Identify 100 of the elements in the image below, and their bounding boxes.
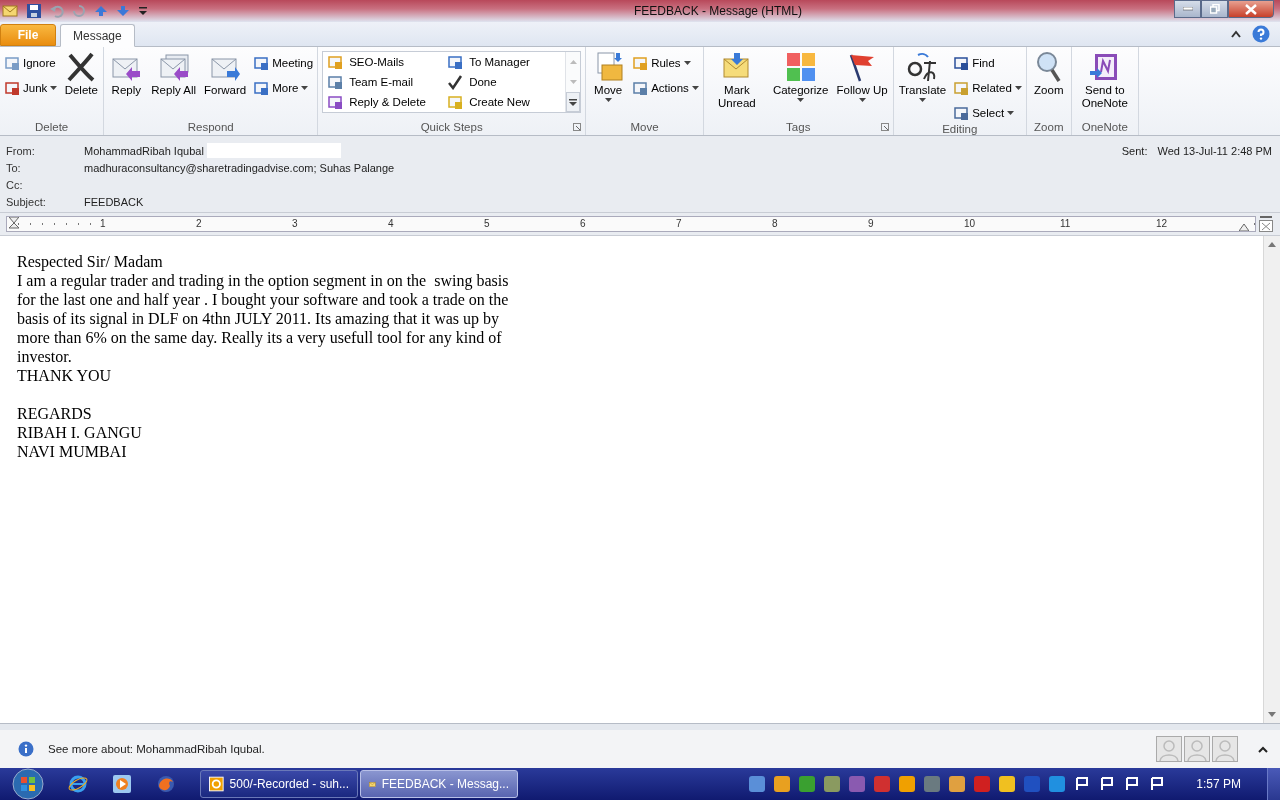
body-text: NAVI MUMBAI bbox=[17, 442, 128, 461]
ribbon-button[interactable]: Follow Up bbox=[833, 51, 891, 102]
tray-icon[interactable] bbox=[948, 775, 967, 793]
scrollbar[interactable] bbox=[1263, 236, 1280, 723]
ribbon-button[interactable]: Translate bbox=[895, 51, 950, 102]
field-label: To: bbox=[6, 161, 22, 174]
body-text: RIBAH I. GANGU bbox=[17, 423, 143, 442]
square-o-icon bbox=[209, 776, 224, 792]
restore-button[interactable] bbox=[1201, 0, 1228, 18]
ribbon-button[interactable]: Reply bbox=[106, 51, 147, 97]
color-squares-icon bbox=[784, 51, 817, 83]
quick-step[interactable]: Create New bbox=[445, 92, 566, 112]
expand-gallery-button[interactable] bbox=[566, 92, 581, 112]
envelopes-left-arrow-icon bbox=[157, 51, 190, 83]
ribbon-button[interactable]: Send to OneNote bbox=[1073, 51, 1136, 110]
ruler-toggle-icon[interactable] bbox=[1258, 215, 1274, 233]
minimize-button[interactable] bbox=[1174, 0, 1201, 18]
caret-icon bbox=[683, 61, 691, 65]
ribbon-button[interactable]: Junk bbox=[2, 78, 60, 98]
fox-globe-icon[interactable] bbox=[156, 774, 176, 794]
tray-icon[interactable] bbox=[773, 775, 792, 793]
info-icon bbox=[18, 741, 34, 757]
sent-date: Wed 13-Jul-11 2:48 PM bbox=[1157, 144, 1272, 157]
expand-icon[interactable] bbox=[1258, 745, 1268, 753]
ribbon-button[interactable]: Select bbox=[951, 103, 1024, 123]
ribbon-tab[interactable]: Message bbox=[60, 24, 135, 47]
caret-icon bbox=[1007, 111, 1015, 115]
ribbon-button[interactable]: Related bbox=[951, 78, 1024, 98]
indent-marker-icon[interactable] bbox=[9, 217, 19, 231]
ribbon-button[interactable]: Forward bbox=[201, 51, 250, 97]
close-button[interactable] bbox=[1228, 0, 1274, 18]
translate-icon bbox=[906, 51, 939, 83]
ribbon-button[interactable]: More bbox=[251, 78, 316, 98]
quick-step[interactable]: Reply & Delete bbox=[325, 92, 446, 112]
caret-icon bbox=[604, 98, 612, 102]
tray-icon[interactable] bbox=[898, 775, 917, 793]
close-icon bbox=[1245, 3, 1257, 15]
dialog-launcher-icon[interactable] bbox=[880, 123, 889, 131]
taskbar-button[interactable]: 500/-Recorded - suh... bbox=[200, 770, 358, 798]
customize-menu-icon[interactable] bbox=[138, 5, 148, 17]
up-caret-icon bbox=[1268, 242, 1276, 247]
field-value: madhuraconsultancy@sharetradingadvise.com; Suhas Palange bbox=[84, 161, 395, 174]
body-text: REGARDS bbox=[17, 404, 93, 423]
collapse-ribbon-icon[interactable] bbox=[1230, 30, 1242, 38]
show-desktop-button[interactable] bbox=[1267, 768, 1280, 800]
caret-icon bbox=[301, 86, 309, 90]
group-label: Delete bbox=[35, 121, 69, 133]
help-icon[interactable] bbox=[1252, 25, 1270, 43]
ribbon-button[interactable]: Reply All bbox=[148, 51, 200, 97]
caret-icon bbox=[858, 98, 866, 102]
body-text: Respected Sir/ Madam bbox=[17, 252, 164, 271]
ribbon-button[interactable]: Delete bbox=[61, 51, 102, 97]
ribbon-button[interactable]: Move bbox=[588, 51, 629, 102]
expand-icon bbox=[569, 98, 578, 106]
ribbon-button[interactable]: Actions bbox=[630, 78, 701, 98]
field-label: Cc: bbox=[6, 178, 24, 191]
field-value: FEEDBACK bbox=[84, 195, 144, 208]
ribbon-button[interactable]: Meeting bbox=[251, 53, 316, 73]
save-icon[interactable] bbox=[26, 3, 42, 19]
tray-icon[interactable] bbox=[998, 775, 1017, 793]
group-label: Tags bbox=[786, 121, 811, 133]
quick-step[interactable]: To Manager bbox=[445, 52, 566, 72]
info-text: See more about: MohammadRibah Iqubal. bbox=[48, 743, 265, 755]
ribbon-button[interactable]: Ignore bbox=[2, 53, 60, 73]
ribbon-button[interactable]: Categorize bbox=[769, 51, 832, 102]
caret-icon bbox=[50, 86, 58, 90]
right-indent-marker-icon[interactable] bbox=[1239, 223, 1249, 231]
body-text: THANK YOU bbox=[17, 366, 113, 385]
up-caret-icon bbox=[569, 60, 577, 64]
group-label: OneNote bbox=[1081, 121, 1128, 133]
field-label: Subject: bbox=[6, 195, 47, 208]
caret-icon bbox=[918, 98, 926, 102]
caret-icon bbox=[691, 86, 699, 90]
field-label: From: bbox=[6, 144, 36, 157]
ribbon-button[interactable]: Find bbox=[951, 53, 1024, 73]
quick-step[interactable]: Team E-mail bbox=[325, 72, 446, 92]
window-title: FEEDBACK - Message (HTML) bbox=[633, 4, 803, 18]
browser-e-icon[interactable] bbox=[68, 774, 88, 794]
ribbon-button[interactable]: Rules bbox=[630, 53, 701, 73]
media-player-icon[interactable] bbox=[112, 774, 132, 794]
caret-icon bbox=[569, 80, 577, 84]
caret-icon bbox=[797, 98, 805, 102]
field-value: MohammadRibah Iqubal bbox=[84, 144, 204, 157]
group-label: Respond bbox=[187, 121, 234, 133]
group-label: Quick Steps bbox=[420, 121, 483, 133]
caret-icon bbox=[1014, 86, 1022, 90]
clock: 1:57 PM bbox=[1196, 777, 1241, 791]
ribbon-button[interactable]: Mark Unread bbox=[705, 51, 768, 110]
body-text: I am a regular trader and trading in the option segment in on the swing basis for the last one and half year . I bought your software and took a trade on the basis of its signal in DLF on 4thn JULY 2011. Its amazing that it was up by more than 6% on the same day. Really its a very usefull tool for any kind of investor. bbox=[17, 271, 510, 366]
quick-step[interactable]: SEO-Mails bbox=[325, 52, 446, 72]
dialog-launcher-icon[interactable] bbox=[573, 123, 582, 131]
group-label: Move bbox=[630, 121, 659, 133]
check-icon bbox=[447, 74, 464, 90]
group-label: Editing bbox=[942, 123, 978, 135]
caret-icon bbox=[1268, 712, 1276, 717]
taskbar-button[interactable]: FEEDBACK - Messag... bbox=[360, 770, 518, 798]
ribbon-button[interactable]: Zoom bbox=[1028, 51, 1069, 97]
quick-step[interactable]: Done bbox=[445, 72, 566, 92]
envelope-icon[interactable] bbox=[2, 4, 18, 18]
minimize-icon bbox=[1182, 7, 1193, 11]
